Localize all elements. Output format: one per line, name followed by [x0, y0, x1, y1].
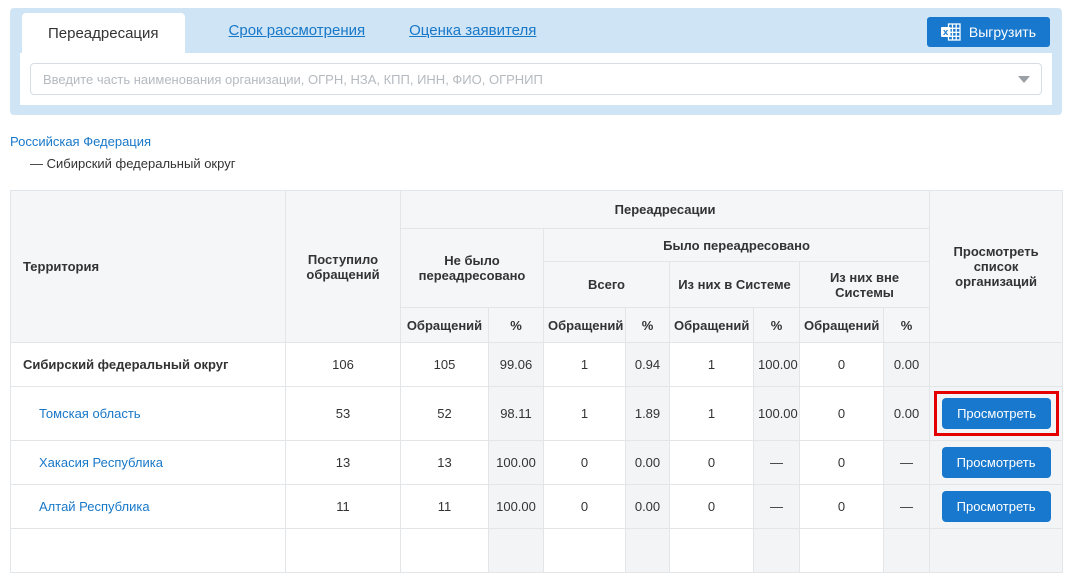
- cell-total-pct: 1.89: [626, 387, 670, 441]
- breadcrumb-current-district: — Сибирский федеральный округ: [30, 156, 235, 171]
- col-header-territory: Территория: [11, 191, 286, 343]
- view-button-tomsk[interactable]: Просмотреть: [942, 398, 1051, 429]
- cell-in-system: 1: [670, 387, 754, 441]
- col-header-was-redirected: Было переадресовано: [544, 229, 930, 262]
- red-highlight-annotation: Просмотреть: [934, 391, 1059, 436]
- col-header-appeals: Обращений: [670, 308, 754, 343]
- export-button-label: Выгрузить: [969, 24, 1036, 40]
- cell-in-system-pct: —: [754, 441, 800, 485]
- cell-in-system: 1: [670, 343, 754, 387]
- cell-received: 53: [286, 387, 401, 441]
- cell-total: 0: [544, 441, 626, 485]
- territory-link-khakassia[interactable]: Хакасия Республика: [23, 455, 163, 470]
- export-button[interactable]: x Выгрузить: [927, 17, 1050, 47]
- filter-panel: Переадресация Срок рассмотрения Оценка з…: [10, 8, 1062, 115]
- cell-out-system: 0: [800, 441, 884, 485]
- col-header-percent: %: [754, 308, 800, 343]
- col-header-redirections: Переадресации: [401, 191, 930, 229]
- territory-link-altai[interactable]: Алтай Республика: [23, 499, 150, 514]
- excel-icon: x: [941, 23, 961, 41]
- tab-srok-rassmotreniya[interactable]: Срок рассмотрения: [229, 22, 366, 53]
- col-header-percent: %: [626, 308, 670, 343]
- cell-total: 1: [544, 343, 626, 387]
- territory-link-tomsk[interactable]: Томская область: [23, 406, 141, 421]
- cell-total-pct: 0.00: [626, 441, 670, 485]
- cell-received: 106: [286, 343, 401, 387]
- cell-out-system-pct: —: [884, 441, 930, 485]
- col-header-appeals: Обращений: [544, 308, 626, 343]
- col-header-appeals: Обращений: [401, 308, 489, 343]
- cell-not-redirected-pct: 98.11: [489, 387, 544, 441]
- table-row-partial: [11, 529, 1063, 573]
- col-header-appeals: Обращений: [800, 308, 884, 343]
- cell-out-system: 0: [800, 343, 884, 387]
- col-header-percent: %: [884, 308, 930, 343]
- cell-action-empty: [930, 343, 1063, 387]
- tab-pereadresaciya[interactable]: Переадресация: [22, 13, 185, 53]
- col-header-view-list: Просмотреть список организаций: [930, 191, 1063, 343]
- cell-total-pct: 0.94: [626, 343, 670, 387]
- table-row-tomsk-region: Томская область 53 52 98.11 1 1.89 1 100…: [11, 387, 1063, 441]
- cell-in-system: 0: [670, 441, 754, 485]
- col-header-received: Поступило обращений: [286, 191, 401, 343]
- col-header-out-system: Из них вне Системы: [800, 262, 930, 308]
- cell-in-system-pct: 100.00: [754, 343, 800, 387]
- cell-not-redirected-pct: 99.06: [489, 343, 544, 387]
- col-header-total: Всего: [544, 262, 670, 308]
- cell-out-system: 0: [800, 387, 884, 441]
- breadcrumb-link-russia[interactable]: Российская Федерация: [10, 134, 151, 149]
- cell-not-redirected: 105: [401, 343, 489, 387]
- caret-down-icon[interactable]: [1018, 76, 1030, 83]
- col-header-percent: %: [489, 308, 544, 343]
- search-section: [20, 53, 1052, 105]
- cell-total: 1: [544, 387, 626, 441]
- svg-text:x: x: [943, 27, 949, 38]
- cell-received: 13: [286, 441, 401, 485]
- cell-out-system-pct: 0.00: [884, 387, 930, 441]
- cell-not-redirected-pct: 100.00: [489, 441, 544, 485]
- view-button-altai[interactable]: Просмотреть: [942, 491, 1051, 522]
- cell-out-system-pct: 0.00: [884, 343, 930, 387]
- view-button-khakassia[interactable]: Просмотреть: [942, 447, 1051, 478]
- redirections-table: Территория Поступило обращений Переадрес…: [10, 190, 1063, 573]
- cell-not-redirected: 13: [401, 441, 489, 485]
- cell-not-redirected: 52: [401, 387, 489, 441]
- breadcrumb: Российская Федерация — Сибирский федерал…: [10, 134, 235, 171]
- col-header-not-redirected: Не было переадресовано: [401, 229, 544, 308]
- tab-strip: Переадресация Срок рассмотрения Оценка з…: [10, 8, 1062, 53]
- cell-in-system-pct: 100.00: [754, 387, 800, 441]
- col-header-in-system: Из них в Системе: [670, 262, 800, 308]
- territory-label: Сибирский федеральный округ: [23, 357, 228, 372]
- table-row-siberian-district: Сибирский федеральный округ 106 105 99.0…: [11, 343, 1063, 387]
- organization-search-input[interactable]: [30, 63, 1042, 95]
- table-row-khakassia: Хакасия Республика 13 13 100.00 0 0.00 0…: [11, 441, 1063, 485]
- tab-ocenka-zayavitelya[interactable]: Оценка заявителя: [409, 22, 536, 53]
